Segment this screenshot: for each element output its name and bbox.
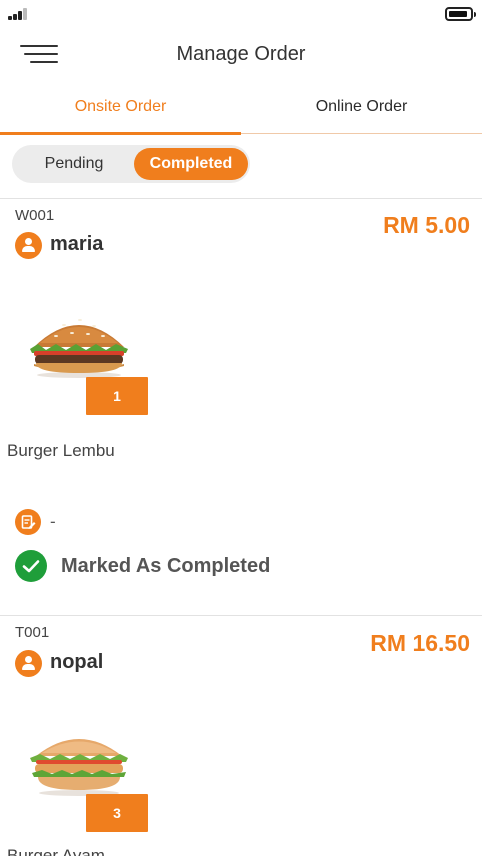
chicken-burger-image bbox=[30, 739, 128, 796]
battery-icon bbox=[445, 7, 476, 21]
page-title: Manage Order bbox=[176, 43, 306, 65]
order-price: RM 16.50 bbox=[370, 630, 470, 656]
order-status: Marked As Completed bbox=[61, 555, 271, 577]
quantity-badge: 3 bbox=[86, 794, 148, 832]
check-icon bbox=[15, 550, 47, 582]
order-card[interactable]: W001 RM 5.00 maria 1 Burger Lembu - Mark… bbox=[0, 199, 482, 615]
customer-name: maria bbox=[50, 233, 104, 255]
person-icon bbox=[15, 232, 42, 259]
item-name: Burger Lembu bbox=[7, 441, 115, 460]
order-card[interactable]: T001 RM 16.50 nopal 3 Burger Ayam bbox=[0, 616, 482, 856]
active-tab-indicator bbox=[0, 132, 241, 135]
status-bar bbox=[0, 0, 482, 30]
customer-name: nopal bbox=[50, 651, 104, 673]
order-code: T001 bbox=[15, 624, 50, 641]
order-type-tabs: Onsite Order Online Order bbox=[0, 82, 482, 135]
order-code: W001 bbox=[15, 207, 55, 224]
pending-filter-button[interactable]: Pending bbox=[16, 148, 132, 180]
status-filter: Pending Completed bbox=[12, 145, 250, 183]
tab-onsite-order[interactable]: Onsite Order bbox=[0, 82, 241, 134]
order-price: RM 5.00 bbox=[383, 212, 470, 238]
note-icon bbox=[15, 509, 41, 535]
completed-filter-button[interactable]: Completed bbox=[134, 148, 248, 180]
app-bar: Manage Order bbox=[0, 30, 482, 80]
signal-icon bbox=[8, 8, 32, 20]
order-note: - bbox=[50, 512, 56, 531]
item-name: Burger Ayam bbox=[7, 846, 105, 856]
tab-online-order[interactable]: Online Order bbox=[241, 82, 482, 134]
beef-burger-image bbox=[30, 319, 128, 378]
person-icon bbox=[15, 650, 42, 677]
quantity-badge: 1 bbox=[86, 377, 148, 415]
